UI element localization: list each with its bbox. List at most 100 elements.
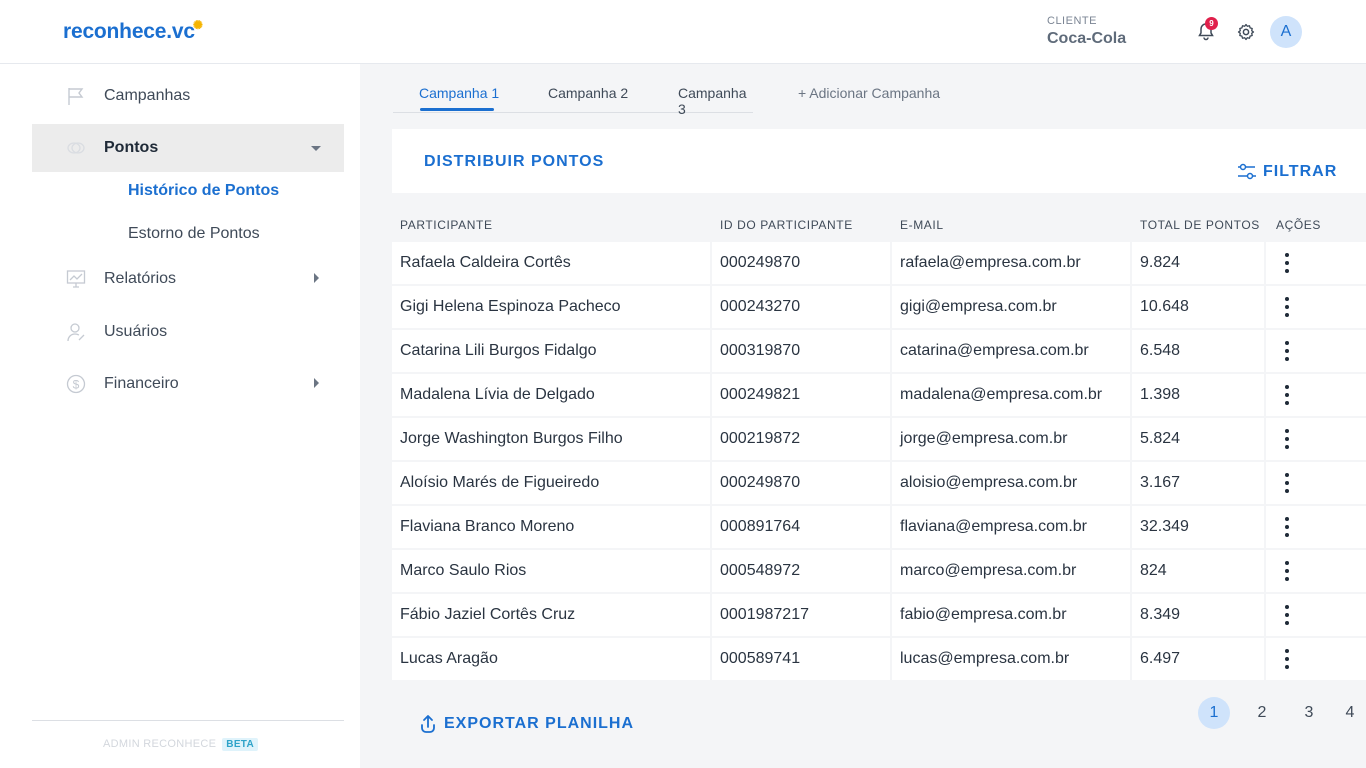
client-name: Coca-Cola: [1047, 30, 1127, 47]
client-label: CLIENTE: [1047, 15, 1097, 27]
cell-email: rafaela@empresa.com.br: [892, 242, 1130, 284]
more-vertical-icon[interactable]: [1285, 561, 1289, 581]
sidebar-item-financeiro[interactable]: $ Financeiro: [32, 360, 344, 408]
cell-participante: Catarina Lili Burgos Fidalgo: [392, 330, 710, 372]
cell-pontos: 9.824: [1132, 242, 1264, 284]
cell-participante: Jorge Washington Burgos Filho: [392, 418, 710, 460]
chevron-right-icon: [314, 378, 319, 388]
cell-pontos: 3.167: [1132, 462, 1264, 504]
column-header[interactable]: TOTAL DE PONTOS: [1140, 218, 1260, 232]
exportar-planilha-button[interactable]: EXPORTAR PLANILHA: [418, 714, 634, 734]
cell-pontos: 1.398: [1132, 374, 1264, 416]
page-4-button[interactable]: 4: [1334, 697, 1366, 729]
sidebar-item-label: Campanhas: [104, 87, 191, 104]
cell-participante: Rafaela Caldeira Cortês: [392, 242, 710, 284]
filtrar-button[interactable]: FILTRAR: [1237, 162, 1337, 182]
page-1-button[interactable]: 1: [1198, 697, 1230, 729]
cell-id: 000589741: [712, 638, 890, 680]
cell-acoes: [1266, 418, 1366, 460]
sun-logo-icon: ✺: [192, 18, 203, 32]
avatar[interactable]: A: [1270, 16, 1302, 48]
sidebar-divider: [32, 720, 344, 721]
cell-id: 000219872: [712, 418, 890, 460]
cell-email: fabio@empresa.com.br: [892, 594, 1130, 636]
cell-id: 000243270: [712, 286, 890, 328]
cell-email: jorge@empresa.com.br: [892, 418, 1130, 460]
add-campaign-button[interactable]: + Adicionar Campanha: [798, 85, 940, 101]
cell-acoes: [1266, 506, 1366, 548]
chevron-right-icon: [314, 273, 319, 283]
cell-acoes: [1266, 550, 1366, 592]
cell-acoes: [1266, 594, 1366, 636]
table-header: PARTICIPANTE ID DO PARTICIPANTE E-MAIL T…: [392, 212, 1366, 240]
sidebar-subitem-historico[interactable]: Histórico de Pontos: [128, 182, 279, 200]
table-row: Flaviana Branco Moreno 000891764 flavian…: [392, 506, 1366, 548]
cell-pontos: 8.349: [1132, 594, 1264, 636]
page-3-button[interactable]: 3: [1293, 697, 1325, 729]
more-vertical-icon[interactable]: [1285, 297, 1289, 317]
tab-campanha-1[interactable]: Campanha 1: [419, 85, 499, 101]
logo-text: reconhece.vc: [63, 20, 195, 43]
logo[interactable]: reconhece.vc✺: [63, 18, 205, 44]
cell-participante: Flaviana Branco Moreno: [392, 506, 710, 548]
cell-participante: Aloísio Marés de Figueiredo: [392, 462, 710, 504]
distribuir-pontos-button[interactable]: DISTRIBUIR PONTOS: [424, 153, 604, 171]
cell-acoes: [1266, 462, 1366, 504]
cell-participante: Marco Saulo Rios: [392, 550, 710, 592]
column-header: AÇÕES: [1276, 218, 1322, 232]
more-vertical-icon[interactable]: [1285, 429, 1289, 449]
client-info: CLIENTE Coca-Cola: [1047, 15, 1126, 48]
beta-badge: BETA: [222, 738, 258, 751]
cell-acoes: [1266, 330, 1366, 372]
cell-pontos: 32.349: [1132, 506, 1264, 548]
sidebar-item-campanhas[interactable]: Campanhas: [32, 72, 344, 120]
cell-id: 0001987217: [712, 594, 890, 636]
notification-badge: 9: [1205, 17, 1218, 30]
sidebar-item-relatorios[interactable]: Relatórios: [32, 255, 344, 303]
page-2-button[interactable]: 2: [1246, 697, 1278, 729]
cell-email: gigi@empresa.com.br: [892, 286, 1130, 328]
cell-email: madalena@empresa.com.br: [892, 374, 1130, 416]
top-header: reconhece.vc✺ CLIENTE Coca-Cola 9 A: [0, 0, 1366, 64]
dollar-icon: $: [66, 374, 86, 394]
table-row: Jorge Washington Burgos Filho 000219872 …: [392, 418, 1366, 460]
cell-id: 000891764: [712, 506, 890, 548]
cell-participante: Madalena Lívia de Delgado: [392, 374, 710, 416]
column-header[interactable]: ID DO PARTICIPANTE: [720, 218, 853, 232]
filter-icon: [1238, 163, 1256, 180]
more-vertical-icon[interactable]: [1285, 649, 1289, 669]
tab-campanha-2[interactable]: Campanha 2: [548, 85, 628, 101]
tab-campanha-3[interactable]: Campanha 3: [678, 85, 753, 117]
sidebar-item-pontos[interactable]: Pontos: [32, 124, 344, 172]
more-vertical-icon[interactable]: [1285, 473, 1289, 493]
table-row: Rafaela Caldeira Cortês 000249870 rafael…: [392, 242, 1366, 284]
cell-id: 000249870: [712, 242, 890, 284]
flag-icon: [68, 88, 84, 105]
cell-pontos: 6.497: [1132, 638, 1264, 680]
sidebar-item-label: Financeiro: [104, 375, 179, 392]
chart-icon: [66, 270, 86, 288]
cell-email: flaviana@empresa.com.br: [892, 506, 1130, 548]
more-vertical-icon[interactable]: [1285, 341, 1289, 361]
coins-icon: [67, 142, 85, 154]
column-header[interactable]: E-MAIL: [900, 218, 944, 232]
more-vertical-icon[interactable]: [1285, 605, 1289, 625]
cell-participante: Gigi Helena Espinoza Pacheco: [392, 286, 710, 328]
more-vertical-icon[interactable]: [1285, 385, 1289, 405]
gear-icon[interactable]: [1237, 23, 1255, 41]
sidebar-item-usuarios[interactable]: Usuários: [32, 308, 344, 356]
cell-pontos: 10.648: [1132, 286, 1264, 328]
upload-icon: [421, 715, 435, 733]
column-header[interactable]: PARTICIPANTE: [400, 218, 493, 232]
table-row: Gigi Helena Espinoza Pacheco 000243270 g…: [392, 286, 1366, 328]
cell-id: 000319870: [712, 330, 890, 372]
cell-id: 000249821: [712, 374, 890, 416]
cell-id: 000548972: [712, 550, 890, 592]
cell-pontos: 6.548: [1132, 330, 1264, 372]
sidebar-subitem-estorno[interactable]: Estorno de Pontos: [128, 225, 260, 243]
admin-label: ADMIN RECONHECE: [103, 738, 217, 750]
more-vertical-icon[interactable]: [1285, 517, 1289, 537]
more-vertical-icon[interactable]: [1285, 253, 1289, 273]
sidebar-item-label: Usuários: [104, 323, 168, 340]
cell-participante: Fábio Jaziel Cortês Cruz: [392, 594, 710, 636]
